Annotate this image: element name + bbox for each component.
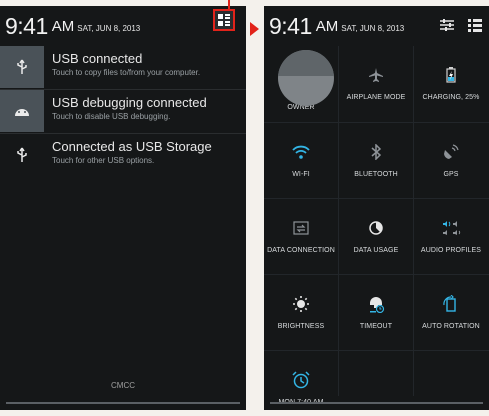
tile-label: CHARGING, 25%: [422, 94, 480, 101]
notification-usb-connected[interactable]: USB connected Touch to copy files to/fro…: [0, 46, 246, 90]
callout-line: [228, 0, 230, 9]
bluetooth-icon: [371, 144, 382, 160]
tile-label: DATA USAGE: [353, 247, 399, 254]
auto-rotate-icon: [443, 295, 456, 312]
notification-panel: 9:41 AM SAT, JUN 8, 2013 USB connected T…: [0, 6, 246, 410]
tile-wifi[interactable]: WI-FI: [264, 123, 338, 199]
data-connection-icon: [293, 221, 309, 235]
tile-label: AUDIO PROFILES: [420, 247, 482, 254]
notification-title: Connected as USB Storage: [52, 139, 212, 154]
avatar: [278, 50, 334, 106]
status-date: SAT, JUN 8, 2013: [341, 24, 405, 33]
airplane-icon: [369, 68, 383, 82]
tile-label: GPS: [443, 171, 459, 178]
tile-timeout[interactable]: TIMEOUT: [339, 275, 413, 351]
quick-settings-panel: 9:41 AM SAT, JUN 8, 2013 OWNER AIRPLANE …: [264, 6, 489, 410]
notification-subtitle: Touch to disable USB debugging.: [52, 112, 171, 121]
quick-settings-toggle-button[interactable]: [213, 9, 235, 31]
tile-label: AUTO ROTATION: [422, 323, 480, 330]
clock-ampm: AM: [315, 17, 339, 35]
settings-sliders-icon[interactable]: [439, 18, 455, 32]
notification-title: USB connected: [52, 51, 143, 66]
audio-profiles-icon: [443, 221, 461, 235]
notification-usb-storage[interactable]: Connected as USB Storage Touch for other…: [0, 134, 246, 177]
tile-label: WI-FI: [292, 171, 310, 178]
tile-label: AIRPLANE MODE: [346, 94, 406, 101]
clock-ampm: AM: [51, 17, 75, 35]
brightness-icon: [293, 296, 309, 312]
tile-label: TIMEOUT: [359, 323, 393, 330]
tile-airplane-mode[interactable]: AIRPLANE MODE: [339, 46, 413, 122]
tile-label: DATA CONNECTION: [267, 247, 335, 254]
tile-auto-rotation[interactable]: AUTO ROTATION: [414, 275, 488, 351]
clock: 9:41: [5, 12, 48, 39]
battery-charging-icon: [446, 67, 456, 83]
tile-battery[interactable]: CHARGING, 25%: [414, 46, 488, 122]
notification-usb-debugging[interactable]: USB debugging connected Touch to disable…: [0, 90, 246, 134]
arrow-icon: [250, 22, 259, 36]
tile-bluetooth[interactable]: BLUETOOTH: [339, 123, 413, 199]
tile-data-connection[interactable]: DATA CONNECTION: [264, 199, 338, 275]
timeout-icon: [370, 297, 385, 313]
tile-gps[interactable]: GPS: [414, 123, 488, 199]
status-bar: 9:41 AM SAT, JUN 8, 2013: [0, 6, 246, 46]
tile-audio-profiles[interactable]: AUDIO PROFILES: [414, 199, 488, 275]
notification-title: USB debugging connected: [52, 95, 207, 110]
panel-drag-handle[interactable]: [270, 402, 483, 404]
tile-data-usage[interactable]: DATA USAGE: [339, 199, 413, 275]
gps-icon: [444, 144, 459, 159]
usb-icon: [17, 147, 27, 162]
clock: 9:41: [269, 12, 312, 39]
tile-brightness[interactable]: BRIGHTNESS: [264, 275, 338, 351]
notification-subtitle: Touch for other USB options.: [52, 156, 155, 165]
tile-label: BLUETOOTH: [354, 171, 398, 178]
notification-icon-box: [0, 90, 44, 132]
wifi-icon: [292, 145, 310, 159]
usb-icon: [17, 59, 27, 74]
notification-subtitle: Touch to copy files to/from your compute…: [52, 68, 201, 77]
quick-settings-icon: [218, 14, 230, 26]
status-date: SAT, JUN 8, 2013: [77, 24, 141, 33]
notification-list-icon[interactable]: [467, 18, 483, 32]
android-icon: [15, 109, 29, 116]
carrier-label: CMCC: [111, 381, 135, 390]
notification-icon-box: [0, 134, 44, 176]
panel-drag-handle[interactable]: [6, 402, 240, 404]
alarm-icon: [292, 371, 310, 389]
notification-icon-box: [0, 46, 44, 88]
tile-label: BRIGHTNESS: [277, 323, 325, 330]
tile-owner[interactable]: OWNER: [264, 46, 338, 122]
data-usage-icon: [369, 221, 383, 235]
